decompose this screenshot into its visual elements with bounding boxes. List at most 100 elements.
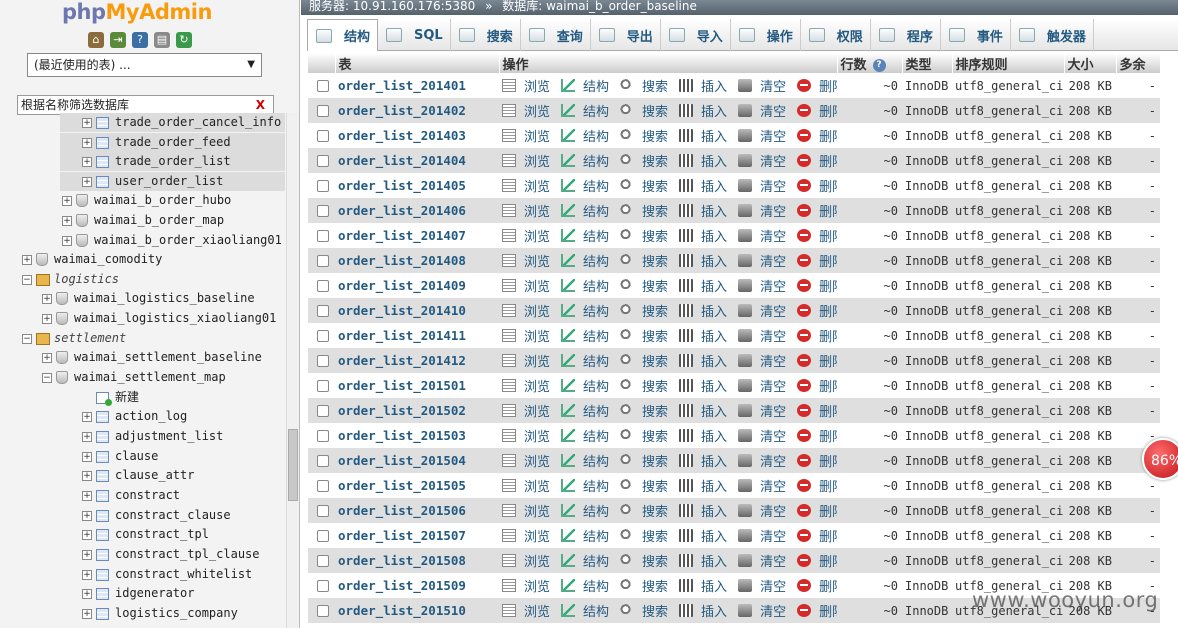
drop-action[interactable]: 删除 [797, 176, 837, 195]
drop-action[interactable]: 删除 [797, 76, 837, 95]
structure-action[interactable]: 结构 [561, 501, 609, 520]
empty-action[interactable]: 清空 [738, 351, 786, 370]
tree-node[interactable]: + waimai_logistics_xiaoliang01 [42, 309, 276, 328]
table-name-link[interactable]: order_list_201408 [335, 248, 499, 273]
browse-action[interactable]: 浏览 [502, 326, 550, 345]
insert-action[interactable]: 插入 [679, 176, 727, 195]
expand-icon[interactable]: + [22, 254, 32, 265]
row-checkbox[interactable] [317, 204, 329, 217]
tree-node[interactable]: + trade_order_feed [60, 133, 285, 152]
row-checkbox[interactable] [317, 104, 329, 117]
header-collation[interactable]: 排序规则 [952, 53, 1065, 73]
insert-action[interactable]: 插入 [679, 476, 727, 495]
search-action[interactable]: 搜索 [620, 101, 668, 120]
tab-8[interactable]: 程序 [871, 19, 941, 51]
expand-icon[interactable]: + [42, 313, 52, 324]
browse-action[interactable]: 浏览 [502, 551, 550, 570]
search-action[interactable]: 搜索 [620, 151, 668, 170]
tree-node[interactable]: + clause_attr [82, 466, 194, 485]
search-action[interactable]: 搜索 [620, 326, 668, 345]
browse-action[interactable]: 浏览 [502, 176, 550, 195]
recent-tables-select[interactable]: (最近使用的表) ... ▼ [27, 53, 262, 77]
table-size[interactable]: 208 KB [1064, 173, 1116, 198]
drop-action[interactable]: 删除 [797, 401, 837, 420]
drop-action[interactable]: 删除 [797, 551, 837, 570]
insert-action[interactable]: 插入 [679, 201, 727, 220]
insert-action[interactable]: 插入 [679, 501, 727, 520]
tree-node[interactable]: + trade_order_cancel_info [60, 113, 285, 132]
empty-action[interactable]: 清空 [738, 501, 786, 520]
insert-action[interactable]: 插入 [679, 151, 727, 170]
structure-action[interactable]: 结构 [561, 526, 609, 545]
table-name-link[interactable]: order_list_201506 [335, 498, 499, 523]
search-action[interactable]: 搜索 [620, 276, 668, 295]
drop-action[interactable]: 删除 [797, 276, 837, 295]
expand-icon[interactable]: + [62, 235, 72, 246]
empty-action[interactable]: 清空 [738, 476, 786, 495]
expand-icon[interactable]: + [82, 176, 92, 187]
header-type[interactable]: 类型 [902, 53, 953, 73]
table-size[interactable]: 208 KB [1064, 98, 1116, 123]
drop-action[interactable]: 删除 [797, 351, 837, 370]
table-name-link[interactable]: order_list_201502 [335, 398, 499, 423]
row-checkbox[interactable] [317, 129, 329, 142]
browse-action[interactable]: 浏览 [502, 351, 550, 370]
table-name-link[interactable]: order_list_201405 [335, 173, 499, 198]
tab-10[interactable]: 触发器 [1011, 19, 1094, 51]
search-action[interactable]: 搜索 [620, 176, 668, 195]
search-action[interactable]: 搜索 [620, 226, 668, 245]
tree-node[interactable]: + constract_tpl [82, 525, 209, 544]
row-checkbox[interactable] [317, 429, 329, 442]
table-name-link[interactable]: order_list_201404 [335, 148, 499, 173]
tree-node[interactable]: + waimai_logistics_baseline [42, 289, 255, 308]
empty-action[interactable]: 清空 [738, 276, 786, 295]
table-name-link[interactable]: order_list_201402 [335, 98, 499, 123]
tree-node[interactable]: + waimai_b_order_map [62, 211, 224, 230]
insert-action[interactable]: 插入 [679, 551, 727, 570]
search-action[interactable]: 搜索 [620, 251, 668, 270]
empty-action[interactable]: 清空 [738, 601, 786, 620]
search-action[interactable]: 搜索 [620, 351, 668, 370]
structure-action[interactable]: 结构 [561, 176, 609, 195]
row-checkbox[interactable] [317, 404, 329, 417]
database-filter-input[interactable]: 根据名称筛选数据库 X [17, 95, 274, 115]
help-icon[interactable]: ? [872, 58, 886, 72]
empty-action[interactable]: 清空 [738, 426, 786, 445]
insert-action[interactable]: 插入 [679, 401, 727, 420]
structure-action[interactable]: 结构 [561, 326, 609, 345]
expand-icon[interactable]: + [82, 470, 92, 481]
insert-action[interactable]: 插入 [679, 76, 727, 95]
empty-action[interactable]: 清空 [738, 551, 786, 570]
structure-action[interactable]: 结构 [561, 126, 609, 145]
browse-action[interactable]: 浏览 [502, 126, 550, 145]
insert-action[interactable]: 插入 [679, 426, 727, 445]
tree-node[interactable]: 新建 [82, 388, 139, 407]
tree-node[interactable]: + waimai_comodity [22, 250, 162, 269]
tab-4[interactable]: 导出 [591, 19, 661, 51]
search-action[interactable]: 搜索 [620, 551, 668, 570]
structure-action[interactable]: 结构 [561, 576, 609, 595]
empty-action[interactable]: 清空 [738, 401, 786, 420]
browse-action[interactable]: 浏览 [502, 376, 550, 395]
expand-icon[interactable]: + [82, 156, 92, 167]
tree-node[interactable]: − settlement [22, 329, 126, 348]
tree-node[interactable]: + trade_order_list [60, 152, 285, 171]
tree-node[interactable]: + clause [82, 447, 158, 466]
structure-action[interactable]: 结构 [561, 351, 609, 370]
table-name-link[interactable]: order_list_201503 [335, 423, 499, 448]
search-action[interactable]: 搜索 [620, 426, 668, 445]
table-size[interactable]: 208 KB [1064, 523, 1116, 548]
search-action[interactable]: 搜索 [620, 401, 668, 420]
insert-action[interactable]: 插入 [679, 576, 727, 595]
tab-6[interactable]: 操作 [731, 19, 801, 51]
empty-action[interactable]: 清空 [738, 76, 786, 95]
collapse-icon[interactable]: − [22, 274, 32, 285]
insert-action[interactable]: 插入 [679, 351, 727, 370]
expand-icon[interactable]: + [82, 117, 92, 128]
search-action[interactable]: 搜索 [620, 601, 668, 620]
docs-icon[interactable]: ▤ [154, 32, 170, 48]
navigation-scrollbar[interactable] [286, 113, 299, 628]
row-checkbox[interactable] [317, 179, 329, 192]
header-overhead[interactable]: 多余 [1116, 53, 1161, 73]
table-name-link[interactable]: order_list_201406 [335, 198, 499, 223]
